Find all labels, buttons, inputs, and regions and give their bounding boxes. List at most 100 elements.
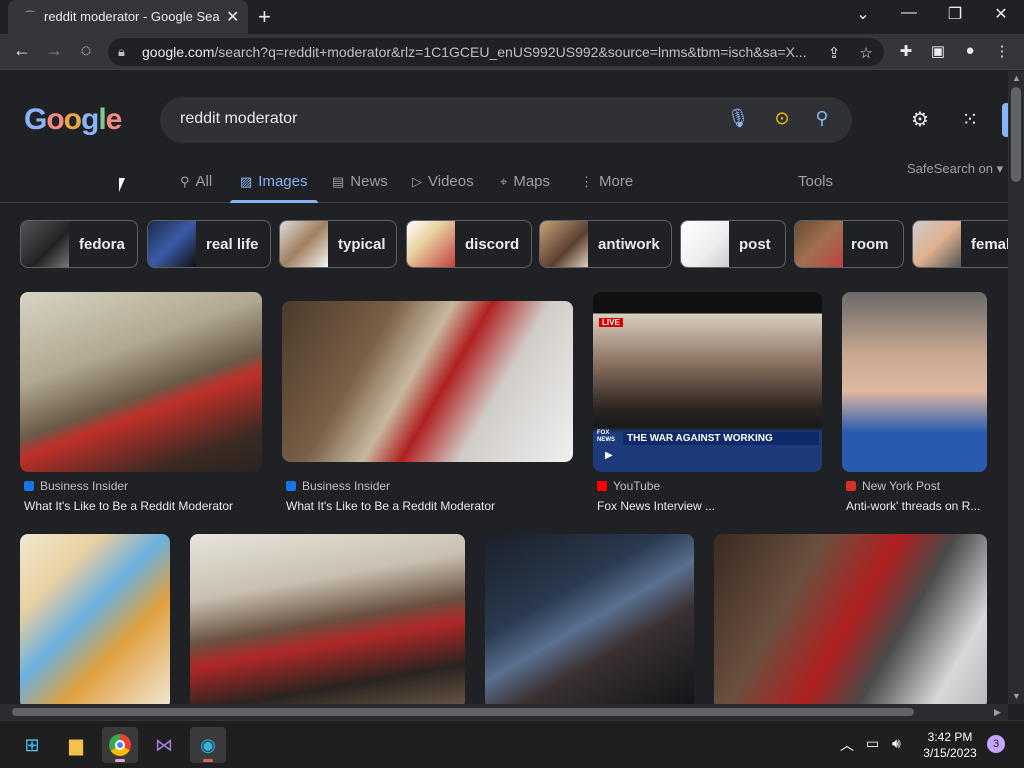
result-source[interactable]: YouTube <box>597 479 660 493</box>
restore-button[interactable]: ❐ <box>940 4 970 24</box>
extensions-icon[interactable]: ✚ <box>896 42 916 60</box>
lock-icon[interactable]: 🔒︎ <box>118 44 125 60</box>
result-image[interactable] <box>20 292 262 472</box>
tools-button[interactable]: Tools <box>798 173 833 190</box>
result-image[interactable] <box>190 534 465 704</box>
tab-videos[interactable]: ▷ Videos <box>412 173 474 190</box>
chip-fedora[interactable]: fedora <box>20 220 138 268</box>
lens-camera-icon[interactable]: ⊙ <box>770 108 794 129</box>
bookmark-star-icon[interactable]: ☆ <box>856 44 876 62</box>
result-caption[interactable]: What It's Like to Be a Reddit Moderator <box>286 499 495 513</box>
search-tabs: ⚲ All ▨ Images ▤ News ▷ Videos ⌖ Maps ⋮ More T… <box>0 161 1008 203</box>
show-hidden-icons-chevron-icon[interactable]: ︿ <box>840 735 854 755</box>
stop-loading-button[interactable]: ◌ <box>74 40 98 61</box>
source-favicon-icon <box>846 481 856 491</box>
chip-thumbnail <box>407 221 455 267</box>
profile-icon[interactable]: ● <box>960 42 980 59</box>
network-icon[interactable]: ▭ <box>866 735 879 752</box>
result-image[interactable] <box>485 534 694 704</box>
share-icon[interactable]: ⇪ <box>824 44 844 62</box>
tab-search-icon[interactable]: ⌄ <box>848 4 878 24</box>
result-image[interactable] <box>842 292 987 472</box>
chip-post[interactable]: post <box>680 220 786 268</box>
new-tab-button[interactable]: + <box>258 4 271 30</box>
network-logo: FOX NEWS <box>597 430 615 443</box>
pin-icon: ⌖ <box>500 174 508 189</box>
title-bar: ⁀ reddit moderator - Google Search ✕ + ⌄… <box>0 0 1024 34</box>
tab-more[interactable]: ⋮ More <box>580 173 633 190</box>
running-indicator <box>115 759 125 762</box>
menu-kebab-icon[interactable]: ⋮ <box>992 42 1012 60</box>
result-source[interactable]: Business Insider <box>286 479 390 493</box>
chip-thumbnail <box>540 221 588 267</box>
search-input[interactable]: reddit moderator 🎙︎ ⊙ ⚲ <box>160 97 852 143</box>
minimize-button[interactable]: — <box>894 4 924 22</box>
clock-time: 3:42 PM <box>927 730 973 744</box>
apps-grid-icon[interactable]: ⁙ <box>956 107 984 132</box>
source-favicon-icon <box>24 481 34 491</box>
tab-maps[interactable]: ⌖ Maps <box>500 173 550 190</box>
edge-icon[interactable]: ◉ <box>190 727 226 763</box>
address-bar[interactable]: 🔒︎ google.com/search?q=reddit+moderator&… <box>108 38 884 66</box>
chrome-icon[interactable] <box>102 727 138 763</box>
close-tab-icon[interactable]: ✕ <box>226 7 239 27</box>
tab-images[interactable]: ▨ Images <box>240 173 308 190</box>
tab-title: reddit moderator - Google Search <box>44 9 220 24</box>
google-logo[interactable]: Google <box>24 103 122 137</box>
scroll-right-icon[interactable]: ▶ <box>994 707 1001 718</box>
chip-female[interactable]: femal <box>912 220 1008 268</box>
chip-thumbnail <box>681 221 729 267</box>
microphone-icon[interactable]: 🎙︎ <box>726 108 750 129</box>
back-button[interactable]: ← <box>10 40 34 61</box>
search-icon: ⚲ <box>180 174 190 189</box>
play-icon: ▶ <box>605 450 613 461</box>
file-explorer-icon[interactable]: ▆ <box>58 727 94 763</box>
result-image[interactable] <box>714 534 987 704</box>
running-indicator <box>203 759 213 762</box>
browser-tab[interactable]: ⁀ reddit moderator - Google Search ✕ <box>8 0 248 34</box>
horizontal-scrollbar[interactable]: ▶ <box>0 704 1008 720</box>
result-image[interactable] <box>282 301 573 462</box>
result-source[interactable]: Business Insider <box>24 479 128 493</box>
clock-date: 3/15/2023 <box>923 746 977 760</box>
visual-studio-icon[interactable]: ⋈ <box>146 727 182 763</box>
chip-thumbnail <box>280 221 328 267</box>
chip-typical[interactable]: typical <box>279 220 397 268</box>
scrollbar-thumb[interactable] <box>1011 87 1021 182</box>
settings-gear-icon[interactable]: ⚙ <box>906 107 934 132</box>
scroll-up-icon[interactable]: ▲ <box>1012 73 1021 83</box>
result-image[interactable] <box>20 534 170 704</box>
clock[interactable]: 3:42 PM 3/15/2023 <box>920 729 980 761</box>
tab-all[interactable]: ⚲ All <box>180 173 212 190</box>
search-results-page: Google reddit moderator 🎙︎ ⊙ ⚲ ⚙ ⁙ ⚲ All … <box>0 71 1008 704</box>
close-window-button[interactable]: ✕ <box>986 4 1016 24</box>
scroll-down-icon[interactable]: ▼ <box>1012 691 1021 701</box>
search-icon[interactable]: ⚲ <box>810 108 834 129</box>
result-source[interactable]: New York Post <box>846 479 940 493</box>
tab-news[interactable]: ▤ News <box>332 173 388 190</box>
result-video-thumbnail[interactable]: LIVE FOX NEWS THE WAR AGAINST WORKING ▶ <box>593 292 822 472</box>
kebab-icon: ⋮ <box>580 174 593 189</box>
loading-icon: ⁀ <box>26 12 35 23</box>
chip-room[interactable]: room <box>794 220 904 268</box>
chip-discord[interactable]: discord <box>406 220 532 268</box>
scrollbar-thumb[interactable] <box>12 708 914 716</box>
chip-real-life[interactable]: real life <box>147 220 271 268</box>
side-panel-icon[interactable]: ▣ <box>928 42 948 60</box>
forward-button[interactable]: → <box>42 40 66 61</box>
result-caption[interactable]: Fox News Interview ... <box>597 499 715 513</box>
windows-start-icon[interactable]: ⊞ <box>14 727 50 763</box>
result-caption[interactable]: What It's Like to Be a Reddit Moderator <box>24 499 233 513</box>
news-icon: ▤ <box>332 174 345 189</box>
live-badge: LIVE <box>599 318 623 327</box>
notification-badge[interactable]: 3 <box>987 735 1005 753</box>
youtube-icon <box>597 481 607 491</box>
result-caption[interactable]: Anti-work' threads on R... <box>846 499 980 513</box>
vertical-scrollbar[interactable]: ▲ ▼ <box>1008 71 1024 704</box>
mouse-cursor-icon <box>119 178 125 192</box>
video-banner: THE WAR AGAINST WORKING <box>623 432 819 445</box>
safesearch-dropdown[interactable]: SafeSearch on ▾ <box>907 161 1003 177</box>
chip-antiwork[interactable]: antiwork <box>539 220 672 268</box>
chip-thumbnail <box>795 221 843 267</box>
volume-icon[interactable]: 🔊︎ <box>892 735 901 752</box>
